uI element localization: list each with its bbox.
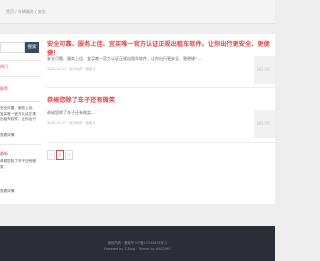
sidebar-heading-latest: 最新 — [0, 151, 8, 156]
page-next-button[interactable]: » — [65, 150, 73, 160]
post-divider — [47, 142, 275, 143]
top-bar: 首页 / 车辆服务 / 安全 — [0, 0, 275, 24]
sidebar-divider — [0, 76, 41, 77]
thumbnail-placeholder-text: NO PIC — [257, 121, 271, 126]
post-meta: 2020-10-17 · 出行伙伴 · 阅读 0 — [47, 67, 96, 71]
footer-powered-by[interactable]: Powered by Z-Blog · Theme by WUZUHU — [0, 247, 275, 251]
post-thumbnail[interactable]: NO PIC — [254, 56, 275, 84]
thumbnail-placeholder-text: NO PIC — [257, 67, 271, 72]
page-1-button[interactable]: 1 — [56, 150, 64, 160]
post-thumbnail[interactable]: NO PIC — [254, 110, 275, 138]
footer-copyright: 版权所有 · 备案号 ICP备12345678号-1 — [107, 241, 168, 245]
post-divider — [47, 87, 275, 88]
sidebar-item-excerpt[interactable]: 安全可靠、服务上佳、宜买唯一官方认证正规出租车软件，让你出行更安全、更便捷！ — [0, 106, 36, 123]
search-input[interactable] — [0, 42, 25, 53]
page-prev-button[interactable]: « — [47, 150, 55, 160]
breadcrumb[interactable]: 首页 / 车辆服务 / 安全 — [6, 9, 46, 15]
post-title[interactable]: 恭候您除了车子还有微笑 — [47, 96, 275, 105]
post-excerpt: 安全可靠、服务上佳、宜买唯一官方认证正规出租车软件，让你出行更安全、更便捷！..… — [47, 56, 203, 61]
sidebar-divider — [0, 101, 41, 102]
sidebar-heading-recommend: 推荐 — [0, 86, 8, 91]
sidebar-divider — [0, 60, 41, 61]
footer: 版权所有 · 备案号 ICP备12345678号-1 Powered by Z-… — [0, 226, 275, 261]
search-button[interactable]: 搜索 — [25, 42, 39, 53]
post-list: 安全可靠、服务上佳、宜买唯一官方认证正规出租车软件。让你出行更安全、更便捷！ 安… — [41, 34, 275, 204]
sidebar-heading-hot: 热门 — [0, 64, 8, 69]
pagination: « 1 » — [47, 150, 74, 160]
sidebar-item-excerpt[interactable]: 恭候您除了车子还有微笑 — [0, 159, 36, 176]
sidebar: 搜索 热门 推荐 安全可靠、服务上佳、宜买唯一官方认证正规出租车软件，让你出行更… — [0, 34, 41, 204]
sidebar-item-link[interactable]: 查看详情 — [0, 133, 14, 139]
post-excerpt: 恭候您除了车子还有微笑... — [47, 110, 95, 115]
sidebar-divider — [0, 144, 41, 145]
post-meta: 2020-10-17 · 出行伙伴 · 阅读 0 — [47, 121, 96, 125]
sidebar-item-link[interactable]: 查看详情 — [0, 189, 14, 195]
